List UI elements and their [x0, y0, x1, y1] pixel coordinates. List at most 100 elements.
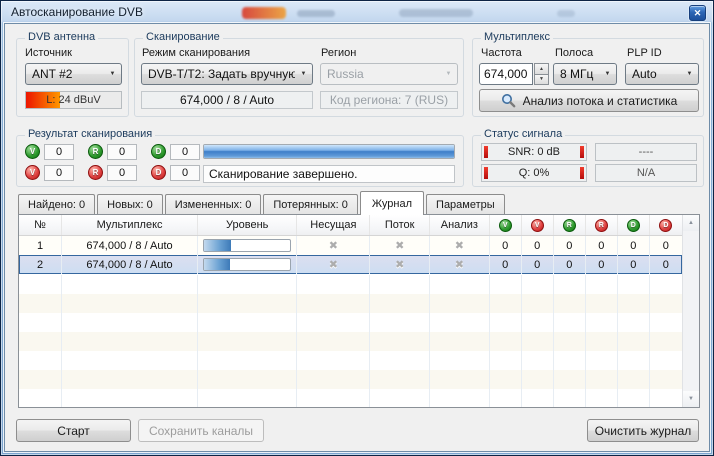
- chevron-down-icon: ▼: [295, 71, 312, 77]
- video-fail-icon: V: [25, 165, 40, 180]
- start-button[interactable]: Старт: [16, 419, 131, 442]
- tab-journal[interactable]: Журнал: [360, 191, 424, 215]
- frequency-input[interactable]: [479, 63, 533, 85]
- table-header: № Мультиплекс Уровень Несущая Поток Анал…: [19, 215, 682, 236]
- level-bar: [203, 258, 291, 271]
- col-header-analysis[interactable]: Анализ: [430, 215, 490, 235]
- group-title: Результат сканирования: [25, 128, 155, 140]
- titlebar-artifact: [297, 10, 335, 17]
- signal-level-text: L: 24 dBuV: [26, 92, 121, 108]
- tab-found[interactable]: Найдено: 0: [18, 194, 95, 214]
- group-scanning: Сканирование Режим сканирования DVB-T/T2…: [134, 38, 464, 117]
- count-cell: 0: [522, 255, 554, 274]
- group-scan-result: Результат сканирования V 0 R 0 D 0 V 0 R…: [16, 135, 464, 187]
- tab-lost[interactable]: Потерянных: 0: [263, 194, 358, 214]
- source-select[interactable]: ANT #2 ▼: [25, 63, 122, 85]
- vertical-scrollbar[interactable]: ▲ ▼: [682, 215, 699, 407]
- group-multiplex: Мультиплекс Частота ▲ ▼ Полоса 8 МГц ▼ P…: [472, 38, 704, 117]
- cross-icon: ✖: [395, 258, 404, 271]
- data-fail-icon: D: [659, 219, 672, 232]
- scan-mode-value: DVB-T/T2: Задать вручную: [142, 67, 295, 81]
- data-ok-icon: D: [627, 219, 640, 232]
- save-channels-button: Сохранить каналы: [138, 419, 264, 442]
- carrier-status-cell: ✖: [297, 255, 370, 274]
- col-header-data-ok[interactable]: D: [618, 215, 650, 235]
- count-cell: 0: [490, 255, 522, 274]
- radio-fail-icon: R: [595, 219, 608, 232]
- data-fail-count: 0: [170, 165, 200, 181]
- clear-journal-button[interactable]: Очистить журнал: [587, 419, 699, 442]
- plp-id-select[interactable]: Auto ▼: [625, 63, 699, 85]
- titlebar[interactable]: Автосканирование DVB ✕: [1, 1, 713, 23]
- table-empty-area: [19, 275, 682, 407]
- col-header-data-fail[interactable]: D: [650, 215, 682, 235]
- bandwidth-select[interactable]: 8 МГц ▼: [553, 63, 617, 85]
- analyze-stream-button[interactable]: Анализ потока и статистика: [479, 89, 699, 112]
- video-fail-count: 0: [44, 165, 74, 181]
- radio-ok-count: 0: [107, 144, 137, 160]
- magnifier-icon: [501, 93, 516, 108]
- frequency-label: Частота: [481, 47, 522, 59]
- video-ok-count: 0: [44, 144, 74, 160]
- col-header-num[interactable]: №: [19, 215, 62, 235]
- row-level-cell: [198, 255, 297, 274]
- titlebar-artifact: [557, 10, 575, 17]
- cross-icon: ✖: [395, 239, 404, 252]
- level-bar-fill: [204, 240, 231, 251]
- scan-mode-label: Режим сканирования: [142, 47, 250, 59]
- frequency-spinbox: ▲ ▼: [479, 63, 549, 85]
- region-code-field: Код региона: 7 (RUS): [320, 91, 458, 109]
- chevron-down-icon: ▼: [104, 71, 121, 77]
- count-cell: 0: [586, 255, 618, 274]
- scroll-down-button[interactable]: ▼: [683, 391, 699, 407]
- arrow-down-icon: ▼: [688, 396, 694, 402]
- cross-icon: ✖: [329, 258, 338, 271]
- count-cell: 0: [490, 236, 522, 255]
- result-counters-row-fail: V 0 R 0 D 0: [25, 164, 214, 181]
- col-header-level[interactable]: Уровень: [198, 215, 297, 235]
- titlebar-artifact: [399, 9, 473, 17]
- stream-status-cell: ✖: [370, 236, 430, 255]
- cross-icon: ✖: [329, 239, 338, 252]
- table-row[interactable]: 1 674,000 / 8 / Auto ✖ ✖ ✖ 0 0 0 0 0 0: [19, 236, 682, 255]
- col-header-stream[interactable]: Поток: [370, 215, 430, 235]
- snr-text: SNR: 0 dB: [508, 146, 560, 158]
- group-title: Сканирование: [143, 31, 223, 43]
- analysis-status-cell: ✖: [430, 255, 490, 274]
- tab-changed[interactable]: Измененных: 0: [165, 194, 262, 214]
- scan-progress-bar: [203, 144, 455, 159]
- radio-fail-icon: R: [88, 165, 103, 180]
- count-cell: 0: [618, 255, 650, 274]
- tab-new[interactable]: Новых: 0: [97, 194, 163, 214]
- plp-id-label: PLP ID: [627, 47, 662, 59]
- spinner-down-button[interactable]: ▼: [534, 75, 549, 86]
- group-dvb-antenna: DVB антенна Источник ANT #2 ▼ L: 24 dBuV: [16, 38, 129, 117]
- col-header-radio-fail[interactable]: R: [586, 215, 618, 235]
- quality-text: Q: 0%: [519, 167, 550, 179]
- col-header-carrier[interactable]: Несущая: [297, 215, 370, 235]
- scroll-up-button[interactable]: ▲: [683, 215, 699, 231]
- analysis-status-cell: ✖: [430, 236, 490, 255]
- col-header-radio-ok[interactable]: R: [554, 215, 586, 235]
- row-mux: 674,000 / 8 / Auto: [62, 236, 198, 255]
- close-icon: ✕: [694, 8, 702, 19]
- arrow-up-icon: ▲: [688, 220, 694, 226]
- table-row-selected[interactable]: 2 674,000 / 8 / Auto ✖ ✖ ✖ 0 0 0 0 0 0: [19, 255, 682, 274]
- video-ok-icon: V: [25, 144, 40, 159]
- row-mux: 674,000 / 8 / Auto: [62, 255, 198, 274]
- dialog-window: Автосканирование DVB ✕ DVB антенна Источ…: [0, 0, 714, 456]
- mux-summary-field: 674,000 / 8 / Auto: [141, 91, 313, 109]
- carrier-status-cell: ✖: [297, 236, 370, 255]
- group-title: DVB антенна: [25, 31, 98, 43]
- signal-marker-icon: [484, 167, 488, 179]
- count-cell: 0: [522, 236, 554, 255]
- tab-parameters[interactable]: Параметры: [426, 194, 505, 214]
- stream-status-cell: ✖: [370, 255, 430, 274]
- col-header-mux[interactable]: Мультиплекс: [62, 215, 198, 235]
- col-header-video-ok[interactable]: V: [490, 215, 522, 235]
- close-button[interactable]: ✕: [689, 5, 706, 21]
- col-header-video-fail[interactable]: V: [522, 215, 554, 235]
- chevron-down-icon: ▼: [599, 71, 616, 77]
- spinner-up-button[interactable]: ▲: [534, 63, 549, 75]
- scan-mode-select[interactable]: DVB-T/T2: Задать вручную ▼: [141, 63, 313, 85]
